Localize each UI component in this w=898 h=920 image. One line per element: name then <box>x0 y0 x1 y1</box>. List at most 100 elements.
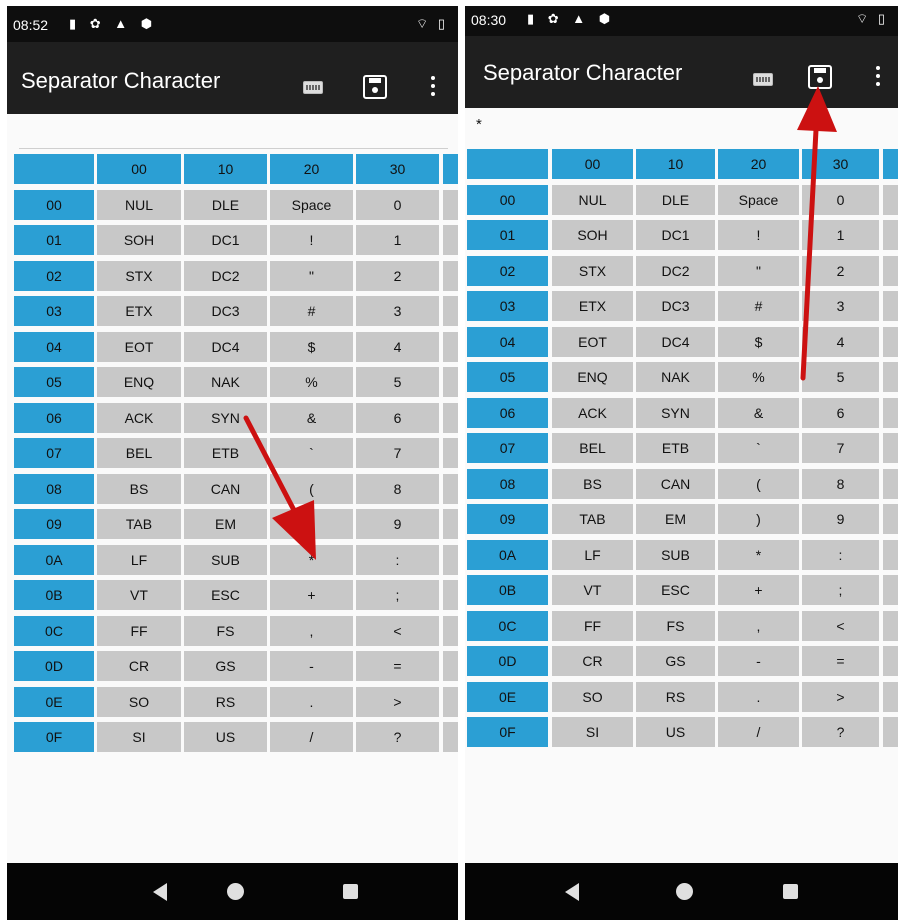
more-vert-icon[interactable] <box>431 76 435 96</box>
char-cell-partial[interactable] <box>883 326 898 357</box>
char-cell[interactable]: 9 <box>356 509 439 539</box>
char-cell[interactable]: 7 <box>802 433 879 463</box>
save-icon[interactable] <box>808 65 832 89</box>
char-cell[interactable]: % <box>718 362 799 392</box>
char-cell[interactable]: ENQ <box>552 362 633 392</box>
char-cell[interactable]: & <box>270 402 353 433</box>
char-cell[interactable]: NUL <box>552 184 633 215</box>
char-cell[interactable]: DLE <box>636 184 715 215</box>
char-cell[interactable]: TAB <box>97 509 181 539</box>
home-icon[interactable] <box>676 883 693 900</box>
char-cell[interactable]: 3 <box>356 296 439 326</box>
char-cell[interactable]: BS <box>552 468 633 499</box>
char-cell-partial[interactable] <box>443 402 458 433</box>
char-cell[interactable]: CR <box>552 646 633 676</box>
char-cell[interactable]: : <box>356 544 439 575</box>
char-cell-partial[interactable] <box>443 722 458 752</box>
char-cell[interactable]: 6 <box>802 397 879 428</box>
char-cell[interactable]: " <box>270 260 353 291</box>
char-cell[interactable]: . <box>718 681 799 712</box>
back-icon[interactable] <box>153 883 167 901</box>
char-cell-partial[interactable] <box>883 575 898 605</box>
char-cell-partial[interactable] <box>883 255 898 286</box>
char-cell[interactable]: GS <box>636 646 715 676</box>
char-cell[interactable]: ` <box>270 438 353 468</box>
char-cell[interactable]: VT <box>97 580 181 610</box>
char-cell-partial[interactable] <box>443 686 458 717</box>
char-cell[interactable]: SO <box>552 681 633 712</box>
char-cell[interactable]: ETX <box>97 296 181 326</box>
char-cell[interactable]: ! <box>718 220 799 250</box>
char-cell[interactable]: 7 <box>356 438 439 468</box>
char-cell[interactable]: ACK <box>97 402 181 433</box>
char-cell[interactable]: ACK <box>552 397 633 428</box>
char-cell[interactable]: ? <box>356 722 439 752</box>
char-cell[interactable]: + <box>718 575 799 605</box>
keyboard-icon[interactable] <box>753 73 773 86</box>
char-cell[interactable]: & <box>718 397 799 428</box>
char-cell[interactable]: SUB <box>636 539 715 570</box>
char-cell-partial[interactable] <box>883 184 898 215</box>
char-cell[interactable]: = <box>356 651 439 681</box>
char-cell[interactable]: FS <box>636 610 715 641</box>
char-cell[interactable]: ( <box>270 473 353 504</box>
char-cell[interactable]: Space <box>718 184 799 215</box>
char-cell-partial[interactable] <box>443 544 458 575</box>
char-cell-partial[interactable] <box>443 331 458 362</box>
save-icon[interactable] <box>363 75 387 99</box>
char-cell[interactable]: DC2 <box>636 255 715 286</box>
back-icon[interactable] <box>565 883 579 901</box>
char-cell[interactable]: ) <box>270 509 353 539</box>
char-cell[interactable]: NUL <box>97 189 181 220</box>
char-cell[interactable]: EOT <box>552 326 633 357</box>
char-cell[interactable]: 3 <box>802 291 879 321</box>
char-cell[interactable]: 0 <box>356 189 439 220</box>
char-cell[interactable]: CAN <box>184 473 267 504</box>
recents-icon[interactable] <box>343 884 358 899</box>
char-cell[interactable]: * <box>718 539 799 570</box>
char-cell[interactable]: DC1 <box>184 225 267 255</box>
char-cell[interactable]: TAB <box>552 504 633 534</box>
char-cell[interactable]: ; <box>802 575 879 605</box>
char-cell-partial[interactable] <box>443 438 458 468</box>
char-cell[interactable]: ETB <box>184 438 267 468</box>
char-cell-partial[interactable] <box>443 225 458 255</box>
char-cell[interactable]: / <box>718 717 799 747</box>
char-cell-partial[interactable] <box>443 651 458 681</box>
char-cell[interactable]: - <box>270 651 353 681</box>
char-cell[interactable]: 9 <box>802 504 879 534</box>
char-cell[interactable]: ETX <box>552 291 633 321</box>
keyboard-icon[interactable] <box>303 81 323 94</box>
char-cell[interactable]: SYN <box>184 402 267 433</box>
char-cell[interactable]: 4 <box>802 326 879 357</box>
home-icon[interactable] <box>227 883 244 900</box>
char-cell[interactable]: * <box>270 544 353 575</box>
char-cell[interactable]: ! <box>270 225 353 255</box>
char-cell[interactable]: EOT <box>97 331 181 362</box>
char-cell[interactable]: - <box>718 646 799 676</box>
char-cell-partial[interactable] <box>883 539 898 570</box>
char-cell[interactable]: US <box>184 722 267 752</box>
char-cell[interactable]: $ <box>270 331 353 362</box>
char-cell[interactable]: VT <box>552 575 633 605</box>
char-cell[interactable]: STX <box>97 260 181 291</box>
char-cell[interactable]: 8 <box>802 468 879 499</box>
char-cell[interactable]: RS <box>184 686 267 717</box>
char-cell[interactable]: LF <box>97 544 181 575</box>
char-cell[interactable]: BS <box>97 473 181 504</box>
char-cell[interactable]: US <box>636 717 715 747</box>
char-cell[interactable]: CR <box>97 651 181 681</box>
char-cell[interactable]: < <box>356 615 439 646</box>
char-cell[interactable]: EM <box>636 504 715 534</box>
char-cell-partial[interactable] <box>883 468 898 499</box>
char-cell[interactable]: : <box>802 539 879 570</box>
char-cell-partial[interactable] <box>883 291 898 321</box>
char-cell[interactable]: DC3 <box>184 296 267 326</box>
char-cell-partial[interactable] <box>443 615 458 646</box>
char-cell[interactable]: CAN <box>636 468 715 499</box>
char-cell-partial[interactable] <box>443 509 458 539</box>
char-cell-partial[interactable] <box>883 681 898 712</box>
char-cell[interactable]: 2 <box>356 260 439 291</box>
char-cell[interactable]: DLE <box>184 189 267 220</box>
char-cell[interactable]: + <box>270 580 353 610</box>
